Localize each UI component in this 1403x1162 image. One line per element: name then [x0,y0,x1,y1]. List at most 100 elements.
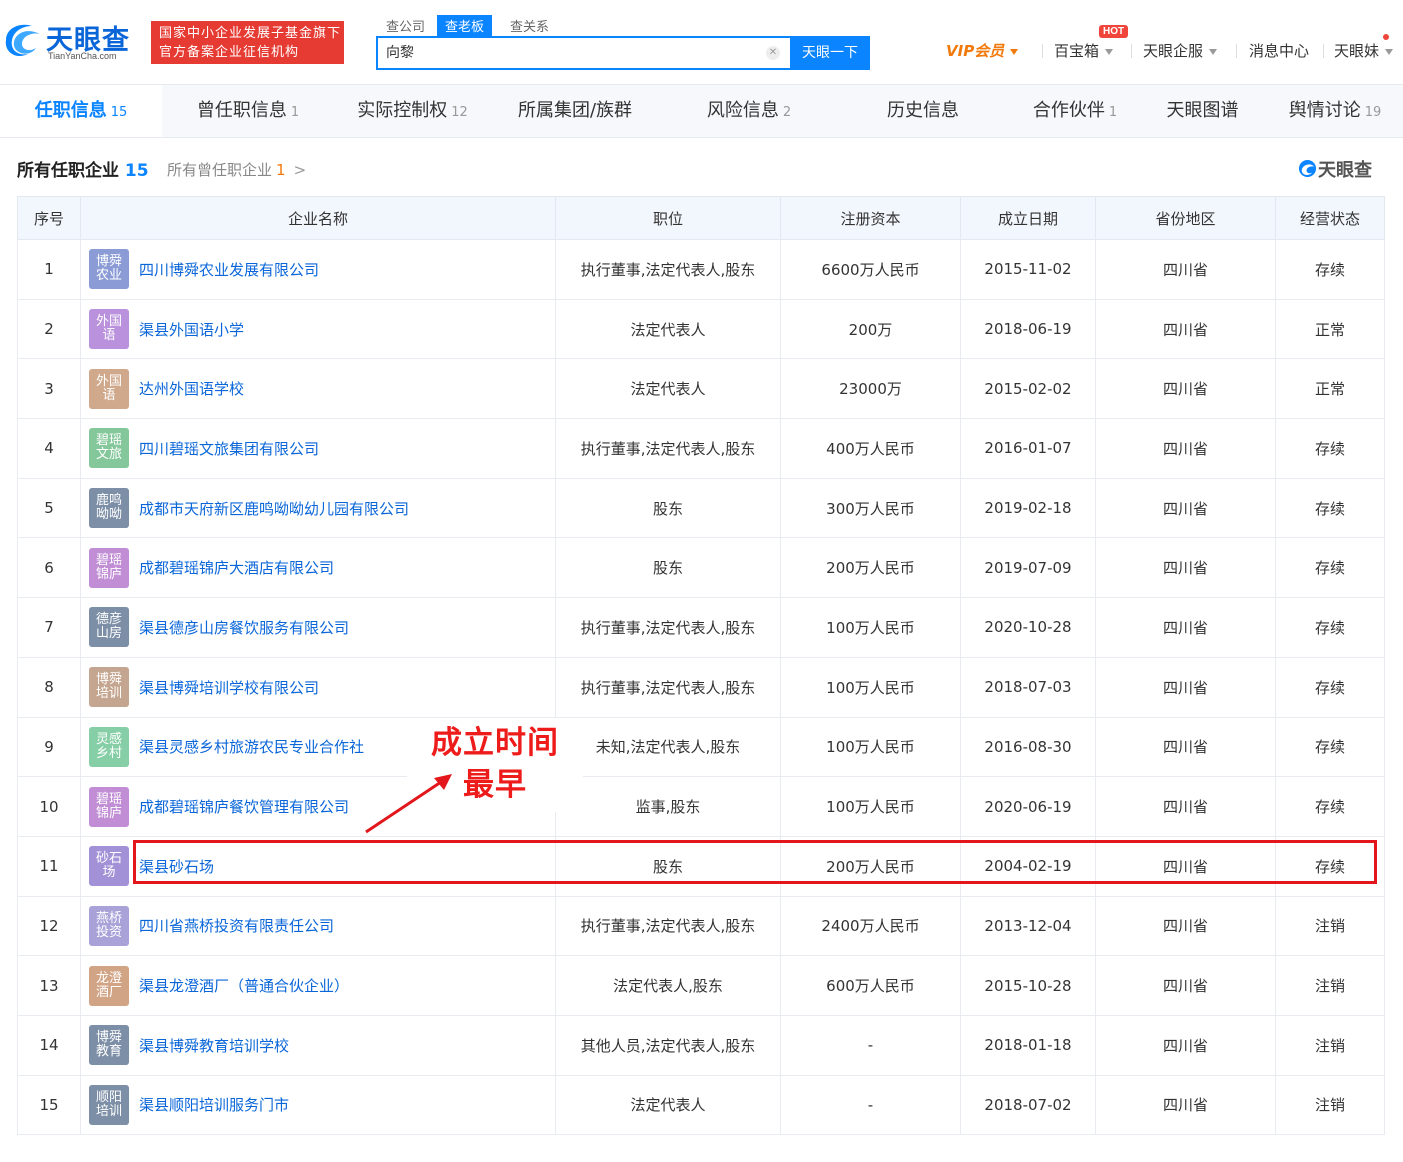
company-logo-text: 灵感 [95,731,122,747]
company-logo-icon[interactable]: 顺阳 培训 [89,1084,129,1125]
company-logo-text: 龙澄 [95,970,122,986]
company-name-link[interactable]: 渠县灵感乡村旅游农民专业合作社 [139,736,364,757]
tab-current-positions[interactable]: 任职信息 15 [0,85,162,137]
company-logo-text: 投资 [95,924,122,940]
company-name-link[interactable]: 渠县顺阳培训服务门市 [139,1094,289,1115]
tab-former-positions[interactable]: 曾任职信息 1 [178,85,318,137]
row-no: 13 [17,955,81,1016]
position-cell: 监事,股东 [555,776,781,837]
company-logo-icon[interactable]: 鹿鸣 呦呦 [89,488,129,529]
header-status: 经营状态 [1275,196,1385,240]
tab-count: 1 [290,105,300,120]
vip-menu[interactable]: VIP会员 [946,40,1019,64]
company-logo-icon[interactable]: 博舜 培训 [89,667,129,708]
region-cell: 四川省 [1095,895,1276,957]
company-cell: 外国语达州外国语学校 [80,358,556,420]
date-cell: 2018-07-03 [960,656,1096,718]
company-name-link[interactable]: 成都碧瑶锦庐大酒店有限公司 [139,557,334,578]
tab-label: 历史信息 [887,100,959,121]
company-name-link[interactable]: 达州外国语学校 [139,378,244,399]
search-tab-company[interactable]: 查公司 [378,15,433,36]
company-cell: 鹿鸣 呦呦 成都市天府新区鹿鸣呦呦幼儿园有限公司 [80,477,556,539]
row-no: 15 [17,1074,81,1136]
date-cell: 2018-01-18 [960,1014,1096,1076]
tab-actual-control[interactable]: 实际控制权 12 [340,85,485,137]
company-logo-icon[interactable]: 碧瑶 锦庐 [89,786,129,827]
region-cell: 四川省 [1095,239,1276,300]
search-button[interactable]: 天眼一下 [790,36,870,70]
table-row: 2 外国语渠县外国语小学 法定代表人 200万 2018-06-19 四川省 正常 [17,298,1385,360]
company-logo-icon[interactable]: 外国语 [89,368,129,409]
search-tab-boss[interactable]: 查老板 [437,15,493,36]
qifu-menu[interactable]: 天眼企服 [1143,40,1218,64]
capital-cell: 200万 [780,298,961,360]
row-no: 5 [17,477,81,539]
capital-cell: 100万人民币 [780,776,961,837]
table-row: 1 博舜 农业 四川博舜农业发展有限公司 执行董事,法定代表人,股东 6600万人民币 20… [17,239,1385,300]
company-logo-text: 教育 [95,1044,122,1060]
mei-label: 天眼妹 [1334,42,1380,60]
watermark-text: 天眼查 [1318,160,1372,181]
tab-risk[interactable]: 风险信息 2 [690,85,808,137]
tab-graph[interactable]: 天眼图谱 [1150,85,1255,137]
row-no: 3 [17,358,81,420]
messages-link[interactable]: 消息中心 [1249,40,1309,64]
company-name-link[interactable]: 成都市天府新区鹿鸣呦呦幼儿园有限公司 [139,498,409,519]
company-logo-icon[interactable]: 龙澄 酒厂 [89,965,129,1006]
company-name-link[interactable]: 渠县德彦山房餐饮服务有限公司 [139,617,349,638]
tab-public-opinion[interactable]: 舆情讨论 19 [1280,85,1390,137]
chevron-right-icon: > [293,161,307,179]
company-logo-icon[interactable]: 博舜 教育 [89,1025,129,1066]
company-name-link[interactable]: 渠县博舜培训学校有限公司 [139,677,319,698]
tab-label: 所属集团/族群 [517,100,633,121]
capital-cell: 100万人民币 [780,716,961,778]
company-logo-icon[interactable]: 德彦 山房 [89,607,129,648]
company-name-link[interactable]: 四川省燕桥投资有限责任公司 [139,915,334,936]
status-cell: 注销 [1275,955,1385,1016]
company-name-link[interactable]: 渠县博舜教育培训学校 [139,1035,289,1056]
company-name-link[interactable]: 四川碧瑶文旅集团有限公司 [139,438,319,459]
region-cell: 四川省 [1095,716,1276,778]
company-logo-text: 语 [102,328,116,344]
clear-icon[interactable]: ✕ [766,46,780,60]
company-logo-text: 燕桥 [95,910,122,926]
date-cell: 2015-11-02 [960,239,1096,300]
search-tab-relation[interactable]: 查关系 [502,15,557,36]
region-cell: 四川省 [1095,418,1276,479]
company-logo-icon[interactable]: 博舜 农业 [89,249,129,290]
company-logo-icon[interactable]: 外国语 [89,309,129,350]
tianyancha-logo[interactable]: 天眼查 TianYanCha.com [0,18,140,64]
company-name-link[interactable]: 四川博舜农业发展有限公司 [139,259,319,280]
former-companies-link[interactable]: 所有曾任职企业 1 > [167,159,306,180]
gov-badge-line1: 国家中小企业发展子基金旗下 [159,26,342,41]
capital-cell: 2400万人民币 [780,895,961,957]
tab-label: 舆情讨论 [1288,100,1361,121]
row-no: 11 [17,835,81,897]
company-name-link[interactable]: 渠县外国语小学 [139,319,244,340]
chevron-down-icon [1010,48,1019,55]
company-logo-icon[interactable]: 灵感 乡村 [89,726,129,767]
mei-menu[interactable]: 天眼妹 [1334,40,1394,64]
company-logo-icon[interactable]: 砂石场 [89,846,129,887]
row-no: 4 [17,418,81,479]
company-name-link[interactable]: 渠县龙澄酒厂（普通合伙企业） [139,975,349,996]
tab-group[interactable]: 所属集团/族群 [505,85,645,137]
company-logo-icon[interactable]: 碧瑶 文旅 [89,428,129,469]
tab-count: 12 [451,105,468,120]
company-logo-icon[interactable]: 燕桥 投资 [89,905,129,946]
company-cell: 博舜 农业 四川博舜农业发展有限公司 [80,239,556,300]
search-input[interactable] [386,44,756,60]
company-cell: 碧瑶 锦庐 成都碧瑶锦庐大酒店有限公司 [80,537,556,599]
baobao-menu[interactable]: 百宝箱 [1054,40,1114,64]
tab-partners[interactable]: 合作伙伴 1 [1020,85,1130,137]
row-no: 14 [17,1014,81,1076]
company-logo-text: 锦庐 [95,805,122,821]
company-name-link[interactable]: 成都碧瑶锦庐餐饮管理有限公司 [139,796,349,817]
company-logo-icon[interactable]: 碧瑶 锦庐 [89,547,129,588]
positions-table: 序号 企业名称 职位 注册资本 成立日期 省份地区 经营状态 1 博舜 农业 四川博舜… [17,196,1385,1136]
tab-history[interactable]: 历史信息 [868,85,978,137]
company-cell: 外国语渠县外国语小学 [80,298,556,360]
capital-cell: 300万人民币 [780,477,961,539]
tab-count: 2 [782,105,792,120]
capital-cell: 200万人民币 [780,537,961,599]
